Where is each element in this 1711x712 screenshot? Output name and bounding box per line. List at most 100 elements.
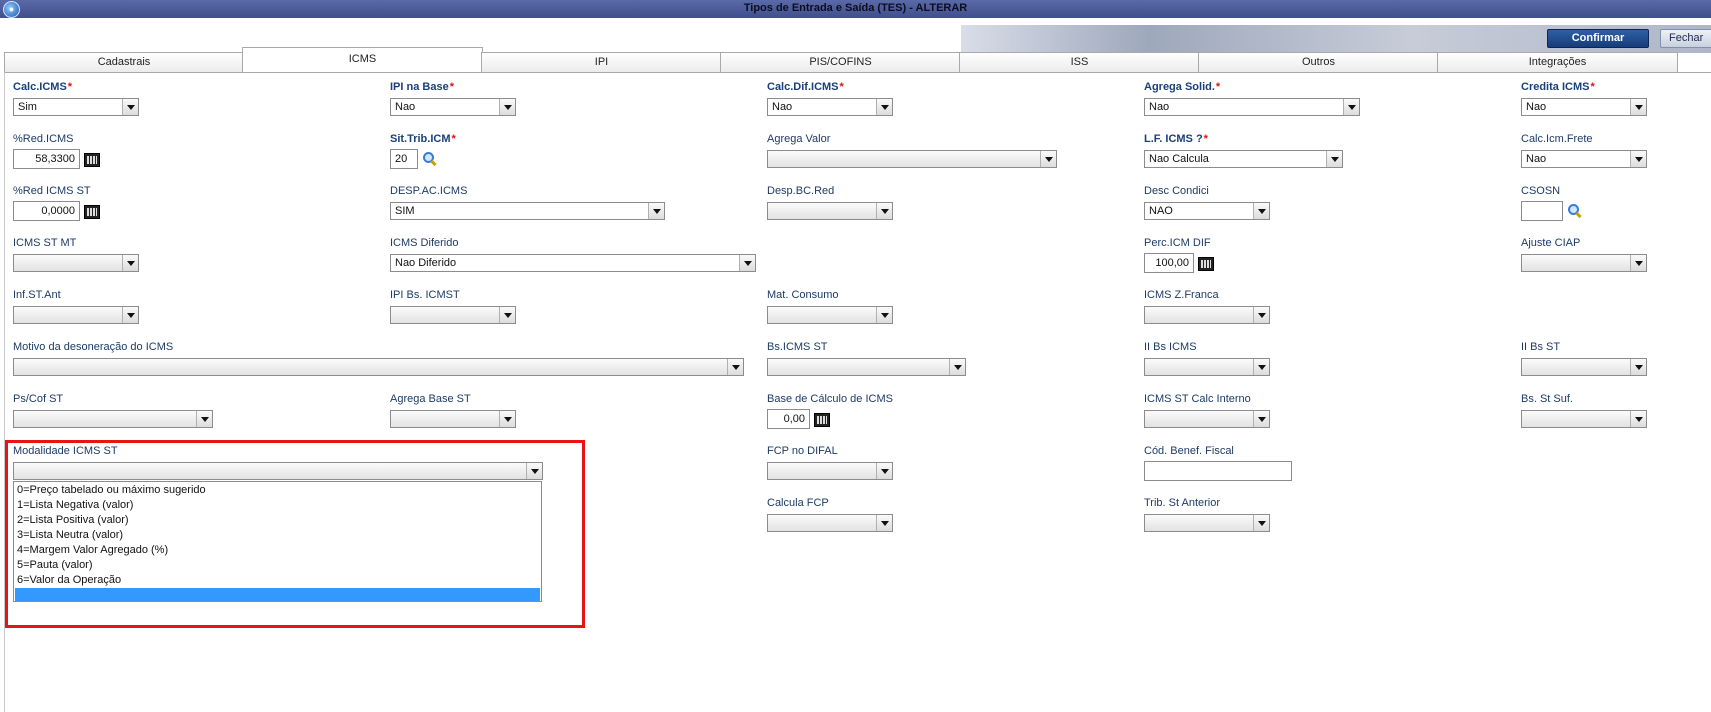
- chevron-down-icon[interactable]: [122, 255, 138, 271]
- window-title: Tipos de Entrada e Saída (TES) - ALTERAR: [743, 2, 968, 14]
- chevron-down-icon[interactable]: [1630, 411, 1646, 427]
- bs-st-suf-label: Bs. St Suf.: [1521, 393, 1573, 405]
- base-calc-icms-input[interactable]: 0,00: [767, 409, 810, 429]
- cod-benef-fiscal-label: Cód. Benef. Fiscal: [1144, 445, 1234, 457]
- lf-icms-select[interactable]: Nao Calcula: [1144, 150, 1343, 168]
- calculator-icon[interactable]: [84, 153, 100, 167]
- agrega-base-st-select[interactable]: [390, 410, 516, 428]
- csosn-label: CSOSN: [1521, 185, 1561, 197]
- ajuste-ciap-select[interactable]: [1521, 254, 1647, 272]
- chevron-down-icon[interactable]: [876, 99, 892, 115]
- mat-consumo-select[interactable]: [767, 306, 893, 324]
- icms-z-franca-select[interactable]: [1144, 306, 1270, 324]
- agrega-solid-select[interactable]: Nao: [1144, 98, 1360, 116]
- title-bar: ● Tipos de Entrada e Saída (TES) - ALTER…: [0, 0, 1711, 18]
- chevron-down-icon[interactable]: [1253, 515, 1269, 531]
- bs-icms-st-select[interactable]: [767, 358, 966, 376]
- ii-bs-st-select[interactable]: [1521, 358, 1647, 376]
- lf-icms-label: L.F. ICMS ?*: [1144, 133, 1208, 145]
- chevron-down-icon[interactable]: [876, 203, 892, 219]
- calculator-icon[interactable]: [1198, 257, 1214, 271]
- tab-icms[interactable]: ICMS: [242, 47, 483, 72]
- chevron-down-icon[interactable]: [499, 411, 515, 427]
- icms-st-calc-interno-select[interactable]: [1144, 410, 1270, 428]
- icms-diferido-select[interactable]: Nao Diferido: [390, 254, 756, 272]
- fcp-no-difal-label: FCP no DIFAL: [767, 445, 838, 457]
- icms-st-mt-select[interactable]: [13, 254, 139, 272]
- fcp-no-difal-select[interactable]: [767, 462, 893, 480]
- chevron-down-icon[interactable]: [1630, 255, 1646, 271]
- credita-icms-select[interactable]: Nao: [1521, 98, 1647, 116]
- cod-benef-fiscal-input[interactable]: [1144, 461, 1292, 481]
- chevron-down-icon[interactable]: [1630, 99, 1646, 115]
- chevron-down-icon[interactable]: [648, 203, 664, 219]
- chevron-down-icon[interactable]: [876, 463, 892, 479]
- desc-condici-select[interactable]: NAO: [1144, 202, 1270, 220]
- bs-st-suf-select[interactable]: [1521, 410, 1647, 428]
- calc-icms-label: Calc.ICMS*: [13, 81, 73, 93]
- tab-iss[interactable]: ISS: [959, 52, 1200, 72]
- chevron-down-icon[interactable]: [727, 359, 743, 375]
- ipi-bs-icmst-label: IPI Bs. ICMST: [390, 289, 460, 301]
- csosn-input[interactable]: [1521, 201, 1563, 221]
- calc-dif-icms-label: Calc.Dif.ICMS*: [767, 81, 844, 93]
- chevron-down-icon[interactable]: [876, 307, 892, 323]
- tab-outros[interactable]: Outros: [1198, 52, 1439, 72]
- perc-icm-dif-input[interactable]: 100,00: [1144, 253, 1194, 273]
- red-icms-label: %Red.ICMS: [13, 133, 74, 145]
- agrega-valor-select[interactable]: [767, 150, 1057, 168]
- chevron-down-icon[interactable]: [196, 411, 212, 427]
- confirm-button[interactable]: Confirmar: [1547, 29, 1649, 48]
- tab-pis-cofins[interactable]: PIS/COFINS: [720, 52, 961, 72]
- ii-bs-icms-label: II Bs ICMS: [1144, 341, 1197, 353]
- inf-st-ant-select[interactable]: [13, 306, 139, 324]
- ii-bs-icms-select[interactable]: [1144, 358, 1270, 376]
- tab-integracoes[interactable]: Integrações: [1437, 52, 1678, 72]
- calculator-icon[interactable]: [84, 205, 100, 219]
- trib-st-anterior-select[interactable]: [1144, 514, 1270, 532]
- calculator-icon[interactable]: [814, 413, 830, 427]
- chevron-down-icon[interactable]: [949, 359, 965, 375]
- calcula-fcp-label: Calcula FCP: [767, 497, 829, 509]
- chevron-down-icon[interactable]: [122, 99, 138, 115]
- ipi-bs-icmst-select[interactable]: [390, 306, 516, 324]
- calcula-fcp-select[interactable]: [767, 514, 893, 532]
- red-highlight-box: [5, 440, 585, 628]
- ajuste-ciap-label: Ajuste CIAP: [1521, 237, 1581, 249]
- chevron-down-icon[interactable]: [1253, 359, 1269, 375]
- close-button[interactable]: Fechar: [1660, 29, 1711, 48]
- calc-icms-select[interactable]: Sim: [13, 98, 139, 116]
- calc-icm-frete-select[interactable]: Nao: [1521, 150, 1647, 168]
- tab-cadastrais[interactable]: Cadastrais: [4, 52, 244, 72]
- chevron-down-icon[interactable]: [1253, 203, 1269, 219]
- red-icms-input[interactable]: 58,3300: [13, 149, 80, 169]
- calc-dif-icms-select[interactable]: Nao: [767, 98, 893, 116]
- chevron-down-icon[interactable]: [1326, 151, 1342, 167]
- desp-bc-red-select[interactable]: [767, 202, 893, 220]
- chevron-down-icon[interactable]: [499, 99, 515, 115]
- chevron-down-icon[interactable]: [122, 307, 138, 323]
- ipi-na-base-select[interactable]: Nao: [390, 98, 516, 116]
- search-icon[interactable]: [1568, 204, 1582, 218]
- tab-ipi[interactable]: IPI: [481, 52, 722, 72]
- ii-bs-st-label: II Bs ST: [1521, 341, 1561, 353]
- chevron-down-icon[interactable]: [1630, 359, 1646, 375]
- chevron-down-icon[interactable]: [876, 515, 892, 531]
- sit-trib-icm-input[interactable]: 20: [390, 149, 418, 169]
- chevron-down-icon[interactable]: [1040, 151, 1056, 167]
- chevron-down-icon[interactable]: [1343, 99, 1359, 115]
- chevron-down-icon[interactable]: [739, 255, 755, 271]
- agrega-base-st-label: Agrega Base ST: [390, 393, 471, 405]
- bs-icms-st-label: Bs.ICMS ST: [767, 341, 828, 353]
- motivo-desoneracao-select[interactable]: [13, 358, 744, 376]
- credita-icms-label: Credita ICMS*: [1521, 81, 1595, 93]
- chevron-down-icon[interactable]: [499, 307, 515, 323]
- chevron-down-icon[interactable]: [1630, 151, 1646, 167]
- chevron-down-icon[interactable]: [1253, 307, 1269, 323]
- search-icon[interactable]: [423, 152, 437, 166]
- red-icms-st-input[interactable]: 0,0000: [13, 201, 80, 221]
- desp-ac-icms-select[interactable]: SIM: [390, 202, 665, 220]
- ps-cof-st-select[interactable]: [13, 410, 213, 428]
- red-icms-st-label: %Red ICMS ST: [13, 185, 91, 197]
- chevron-down-icon[interactable]: [1253, 411, 1269, 427]
